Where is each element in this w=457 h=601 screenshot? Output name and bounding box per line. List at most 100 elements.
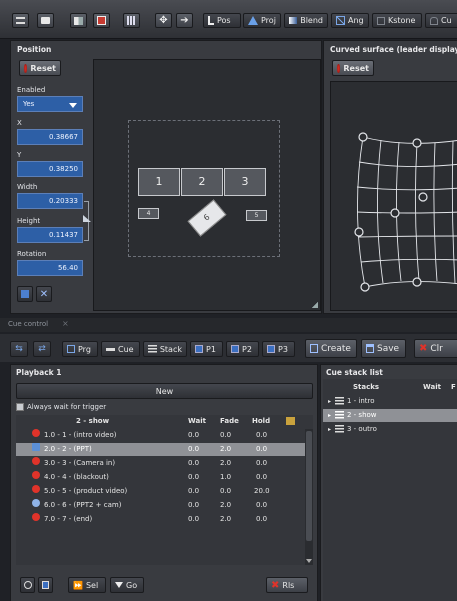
cue-status-icon bbox=[32, 499, 40, 507]
cue-status-icon bbox=[32, 485, 40, 493]
release-icon: ✖ bbox=[271, 579, 280, 591]
close-icon[interactable]: × bbox=[62, 319, 69, 328]
p2-button[interactable]: P2 bbox=[226, 341, 259, 357]
curved-title: Curved surface (leader display) bbox=[330, 45, 457, 54]
main-toolbar: ✥ ➔ Pos Proj Blend Ang Kstone Cu bbox=[0, 0, 457, 39]
cue-status-icon bbox=[32, 457, 40, 465]
stack-row[interactable]: ▸ 3 - outro bbox=[323, 423, 457, 436]
reset-button[interactable]: Reset bbox=[19, 60, 61, 76]
save-icon bbox=[366, 344, 374, 353]
cue-list-scrollbar[interactable] bbox=[305, 429, 313, 565]
cue-row[interactable]: 7.0 - 7 - (end) 0.0 2.0 0.0 bbox=[16, 513, 313, 526]
p1-button[interactable]: P1 bbox=[190, 341, 223, 357]
tab-pos[interactable]: Pos bbox=[203, 13, 241, 28]
stack-list: Stacks Wait F ▸ 1 - intro ▸ 2 - show ▸ 3… bbox=[323, 379, 457, 601]
create-button[interactable]: Create bbox=[305, 339, 357, 358]
curved-mesh bbox=[354, 132, 457, 292]
tab-cu[interactable]: Cu bbox=[425, 13, 457, 28]
next-button[interactable]: ➔ bbox=[176, 13, 193, 28]
cue-control-header: Cue control × bbox=[0, 318, 457, 332]
cue-row[interactable]: 3.0 - 3 - (Camera in) 0.0 2.0 0.0 bbox=[16, 457, 313, 470]
x-field[interactable]: 0.38667 bbox=[17, 129, 83, 145]
rotation-field[interactable]: 56.40 bbox=[17, 260, 83, 276]
chevron-down-icon bbox=[69, 103, 77, 108]
cue-row[interactable]: 1.0 - 1 - (intro video) 0.0 0.0 0.0 bbox=[16, 429, 313, 442]
cue-list-header: 2 - show Wait Fade Hold bbox=[16, 415, 313, 428]
cue-button[interactable]: Cue bbox=[101, 341, 140, 357]
width-label: Width bbox=[17, 183, 38, 191]
stack-row-selected[interactable]: ▸ 2 - show bbox=[323, 409, 457, 422]
always-wait-checkbox[interactable] bbox=[16, 403, 24, 411]
monitor-button[interactable] bbox=[37, 13, 54, 28]
go-button[interactable]: Go bbox=[110, 577, 144, 593]
screen-1[interactable]: 1 bbox=[138, 168, 180, 196]
angle-icon bbox=[336, 16, 345, 25]
cue-row[interactable]: 6.0 - 6 - (PPT2 + cam) 0.0 2.0 0.0 bbox=[16, 499, 313, 512]
enabled-select[interactable]: Yes bbox=[17, 96, 83, 112]
screen-3[interactable]: 3 bbox=[224, 168, 266, 196]
split-screen-button[interactable] bbox=[70, 13, 87, 28]
go-arrow-icon bbox=[115, 582, 123, 588]
stack-icon bbox=[335, 397, 344, 405]
grid-icon bbox=[127, 16, 136, 25]
playback-panel: Playback 1 New Always wait for trigger 2… bbox=[10, 364, 318, 601]
video-clip-icon bbox=[97, 16, 106, 25]
stack-icon bbox=[335, 425, 344, 433]
scrollbar-thumb[interactable] bbox=[306, 431, 312, 541]
cue-row[interactable]: 5.0 - 5 - (product video) 0.0 0.0 20.0 bbox=[16, 485, 313, 498]
screen-5[interactable]: 5 bbox=[246, 210, 267, 221]
position-canvas[interactable]: 1 2 3 4 5 6 bbox=[93, 59, 321, 311]
col-header-name: 2 - show bbox=[76, 417, 110, 425]
release-button[interactable]: ✖ Rls bbox=[266, 577, 308, 593]
stack-button[interactable]: Stack bbox=[143, 341, 187, 357]
grid-button[interactable] bbox=[123, 13, 140, 28]
layout-b-icon: ⇄ bbox=[38, 344, 46, 354]
expand-button[interactable]: ✕ bbox=[36, 286, 52, 302]
stack-icon bbox=[335, 411, 344, 419]
arrow-right-icon: ➔ bbox=[180, 15, 189, 26]
search-button[interactable] bbox=[20, 577, 35, 593]
prg-button[interactable]: Prg bbox=[62, 341, 98, 357]
y-field[interactable]: 0.38250 bbox=[17, 161, 83, 177]
expand-icon: ✕ bbox=[39, 288, 49, 300]
create-icon bbox=[310, 344, 318, 353]
clear-icon: ✖ bbox=[419, 343, 428, 354]
playback-actions: ⏩ Sel Go ✖ Rls bbox=[16, 571, 313, 601]
cue-stack-title: Cue stack list bbox=[326, 368, 383, 377]
page-icon bbox=[231, 345, 239, 353]
cue-row-selected[interactable]: 2.0 - 2 - (PPT) 0.0 2.0 0.0 bbox=[16, 443, 313, 456]
fast-forward-icon: ⏩ bbox=[73, 580, 83, 590]
save-button[interactable]: Save bbox=[361, 339, 406, 358]
p3-button[interactable]: P3 bbox=[262, 341, 295, 357]
layout-a-button[interactable]: ⇆ bbox=[10, 341, 28, 357]
column-settings-icon[interactable] bbox=[286, 417, 295, 425]
tab-ang[interactable]: Ang bbox=[331, 13, 369, 28]
monitor-icon bbox=[41, 17, 50, 24]
screen-2[interactable]: 2 bbox=[181, 168, 223, 196]
layout-b-button[interactable]: ⇄ bbox=[33, 341, 51, 357]
stack-row[interactable]: ▸ 1 - intro bbox=[323, 395, 457, 408]
width-field[interactable]: 0.20333 bbox=[17, 193, 83, 209]
list-icon bbox=[67, 345, 75, 353]
resize-grip-icon[interactable] bbox=[312, 302, 318, 308]
tab-kstone[interactable]: Kstone bbox=[372, 13, 422, 28]
fit-button[interactable] bbox=[17, 286, 33, 302]
tab-blend[interactable]: Blend bbox=[284, 13, 328, 28]
height-field[interactable]: 0.11437 bbox=[17, 227, 83, 243]
video-clip-button[interactable] bbox=[93, 13, 110, 28]
screen-4[interactable]: 4 bbox=[138, 208, 159, 219]
col-header-fade: Fade bbox=[220, 417, 239, 425]
page-view-button[interactable] bbox=[38, 577, 53, 593]
curved-reset-button[interactable]: Reset bbox=[332, 60, 374, 76]
sel-button[interactable]: ⏩ Sel bbox=[68, 577, 106, 593]
menu-icon bbox=[16, 17, 25, 24]
scroll-down-icon[interactable] bbox=[306, 559, 312, 563]
cue-row[interactable]: 4.0 - 4 - (blackout) 0.0 1.0 0.0 bbox=[16, 471, 313, 484]
curved-canvas[interactable] bbox=[330, 81, 457, 311]
tab-proj[interactable]: Proj bbox=[243, 13, 281, 28]
keystone-icon bbox=[377, 16, 385, 25]
clear-button[interactable]: ✖ Clr bbox=[414, 339, 457, 358]
menu-button[interactable] bbox=[12, 13, 29, 28]
move-button[interactable]: ✥ bbox=[155, 13, 172, 28]
new-button[interactable]: New bbox=[16, 383, 313, 399]
